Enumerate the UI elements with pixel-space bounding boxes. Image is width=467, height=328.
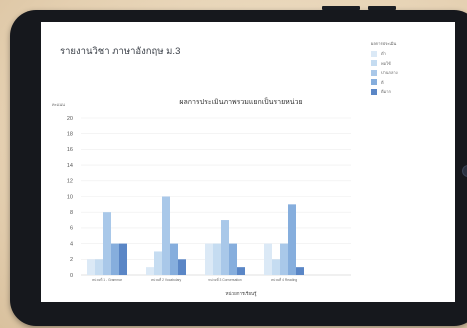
y-axis-label: คะแนน: [52, 102, 65, 107]
bar: [146, 267, 154, 275]
y-tick-label: 0: [70, 273, 73, 279]
bar: [237, 267, 245, 275]
bar: [288, 204, 296, 275]
y-tick-label: 4: [70, 241, 73, 247]
x-axis-label: หน่วยการเรียนรู้: [226, 291, 258, 297]
y-tick-label: 20: [67, 116, 73, 122]
bar: [95, 259, 103, 275]
y-tick-label: 12: [67, 179, 73, 185]
bar: [87, 259, 95, 275]
chart-svg: ผลการประเมินภาพรวมแยกเป็นรายหน่วย คะแนน …: [52, 97, 351, 297]
x-tick-label: หน่วยที่ 3 Conversation: [208, 277, 242, 282]
y-tick-label: 6: [70, 226, 73, 232]
camera-icon: [462, 165, 467, 177]
bar: [119, 243, 127, 275]
bar: [264, 243, 272, 275]
bar: [280, 243, 288, 275]
chart-title: ผลการประเมินภาพรวมแยกเป็นรายหน่วย: [179, 97, 302, 106]
y-tick-label: 8: [70, 210, 73, 216]
y-tick-label: 16: [67, 147, 73, 153]
bar: [111, 243, 119, 275]
y-tick-label: 2: [70, 257, 73, 263]
bar: [296, 267, 304, 275]
y-tick-label: 10: [67, 194, 73, 200]
bar: [221, 220, 229, 275]
x-tick-label: หน่วยที่ 1 - Grammar: [92, 277, 123, 282]
x-tick-label: หน่วยที่ 2 Vocabulary: [151, 277, 182, 282]
bar: [103, 212, 111, 275]
tablet-screen: รายงานวิชา ภาษาอังกฤษ ม.3 ผลการประเมิน ต…: [41, 22, 455, 302]
y-tick-label: 18: [67, 132, 73, 138]
bar: [213, 243, 221, 275]
bar: [170, 243, 178, 275]
y-tick-label: 14: [67, 163, 73, 169]
ticks-layer: 0 2 4 6 8 10 12 14 16 18 20 หน่วยที่ 1 - Grammar หน่…: [67, 116, 297, 282]
bar: [229, 243, 237, 275]
bar: [162, 196, 170, 275]
bar: [178, 259, 186, 275]
x-tick-label: หน่วยที่ 4 Reading: [271, 277, 297, 282]
bar: [154, 251, 162, 275]
bar: [272, 259, 280, 275]
bar: [205, 243, 213, 275]
bars-layer: [87, 196, 304, 275]
